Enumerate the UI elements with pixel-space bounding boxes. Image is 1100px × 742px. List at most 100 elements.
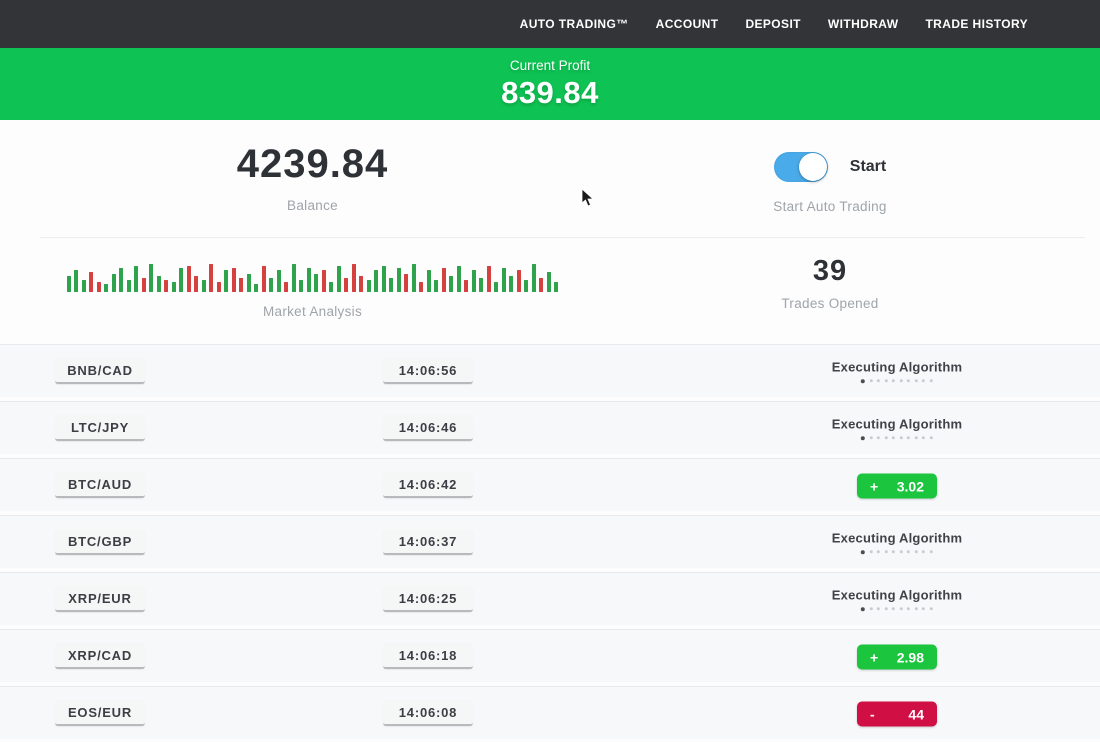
trade-row: BTC/AUD 14:06:42 +3.02 (0, 458, 1100, 511)
candle-bar (419, 282, 423, 292)
candle-bar (464, 280, 468, 292)
balance-value: 4239.84 (237, 142, 389, 186)
progress-dot (885, 436, 888, 439)
candle-bar (142, 278, 146, 292)
auto-trading-toggle[interactable] (774, 152, 828, 182)
trade-row: EOS/EUR 14:06:08 -44 (0, 686, 1100, 739)
pair-chip[interactable]: LTC/JPY (55, 415, 145, 441)
trades-opened-value: 39 (813, 256, 847, 288)
progress-dot (922, 550, 925, 553)
candle-bar (247, 274, 251, 292)
progress-dot (915, 550, 918, 553)
candle-bar (239, 278, 243, 292)
nav-item-account[interactable]: ACCOUNT (656, 17, 719, 31)
pair-chip[interactable]: BNB/CAD (55, 358, 145, 384)
result-value: 3.02 (897, 478, 924, 494)
progress-dot (877, 379, 880, 382)
candle-bar (112, 274, 116, 292)
progress-dots (832, 379, 962, 383)
trade-list: BNB/CAD 14:06:56 Executing Algorithm LTC… (0, 344, 1100, 739)
progress-dot (930, 436, 933, 439)
result-badge-profit: +3.02 (857, 474, 937, 499)
progress-dots (832, 607, 962, 611)
trade-result-zone: Executing Algorithm (832, 359, 962, 383)
progress-dot (892, 436, 895, 439)
status-label: Executing Algorithm (832, 530, 962, 545)
candle-bar (367, 280, 371, 292)
candle-bar (487, 266, 491, 292)
time-chip[interactable]: 14:06:46 (383, 415, 473, 441)
candle-bar (389, 278, 393, 292)
candle-bar (127, 280, 131, 292)
pair-chip[interactable]: BTC/GBP (55, 529, 145, 555)
result-badge-profit: +2.98 (857, 645, 937, 670)
pair-chip[interactable]: XRP/EUR (55, 586, 145, 612)
trades-opened-label: Trades Opened (781, 296, 878, 311)
candle-bar (149, 264, 153, 292)
progress-dot (900, 436, 903, 439)
pair-chip[interactable]: BTC/AUD (55, 472, 145, 498)
time-chip[interactable]: 14:06:42 (383, 472, 473, 498)
candle-bar (479, 278, 483, 292)
progress-dot (885, 379, 888, 382)
candle-bar (82, 280, 86, 292)
candle-bar (449, 276, 453, 292)
candle-bar (404, 274, 408, 292)
nav-item-auto-trading[interactable]: AUTO TRADING™ (520, 17, 629, 31)
progress-dot (922, 436, 925, 439)
progress-dot (900, 607, 903, 610)
trade-result-zone: +2.98 (857, 643, 937, 670)
candle-bar (509, 276, 513, 292)
progress-dot (861, 607, 865, 611)
time-chip[interactable]: 14:06:37 (383, 529, 473, 555)
candle-bar (292, 264, 296, 292)
progress-dot (870, 550, 873, 553)
nav-item-deposit[interactable]: DEPOSIT (745, 17, 800, 31)
trade-result-zone: Executing Algorithm (832, 530, 962, 554)
candle-bar (359, 276, 363, 292)
candle-bar (262, 266, 266, 292)
trade-row: BTC/GBP 14:06:37 Executing Algorithm (0, 515, 1100, 568)
time-chip[interactable]: 14:06:18 (383, 643, 473, 669)
candle-bar (412, 264, 416, 292)
candle-bar (67, 276, 71, 292)
candle-bar (344, 278, 348, 292)
progress-dot (930, 379, 933, 382)
market-analysis-chart (67, 258, 559, 292)
candle-bar (134, 266, 138, 292)
progress-dot (900, 379, 903, 382)
progress-dot (877, 436, 880, 439)
toggle-knob (799, 153, 827, 181)
progress-dot (885, 607, 888, 610)
profit-banner: Current Profit 839.84 (0, 48, 1100, 120)
candle-bar (299, 280, 303, 292)
pair-chip[interactable]: XRP/CAD (55, 643, 145, 669)
result-sign: + (870, 478, 878, 494)
candle-bar (232, 268, 236, 292)
toggle-start-label: Start (850, 158, 886, 176)
candle-bar (322, 270, 326, 292)
candle-bar (524, 280, 528, 292)
trade-result-zone: Executing Algorithm (832, 416, 962, 440)
time-chip[interactable]: 14:06:08 (383, 700, 473, 726)
candle-bar (472, 270, 476, 292)
progress-dot (892, 379, 895, 382)
candle-bar (119, 268, 123, 292)
progress-dots (832, 550, 962, 554)
time-chip[interactable]: 14:06:25 (383, 586, 473, 612)
trade-result-zone: Executing Algorithm (832, 587, 962, 611)
pair-chip[interactable]: EOS/EUR (55, 700, 145, 726)
result-sign: + (870, 649, 878, 665)
progress-dot (877, 550, 880, 553)
status-label: Executing Algorithm (832, 416, 962, 431)
candle-bar (502, 268, 506, 292)
nav-item-withdraw[interactable]: WITHDRAW (828, 17, 899, 31)
nav-item-trade-history[interactable]: TRADE HISTORY (925, 17, 1028, 31)
candle-bar (397, 268, 401, 292)
progress-dot (870, 379, 873, 382)
candle-bar (382, 266, 386, 292)
progress-dot (907, 379, 910, 382)
time-chip[interactable]: 14:06:56 (383, 358, 473, 384)
progress-dot (885, 550, 888, 553)
candle-bar (539, 278, 543, 292)
